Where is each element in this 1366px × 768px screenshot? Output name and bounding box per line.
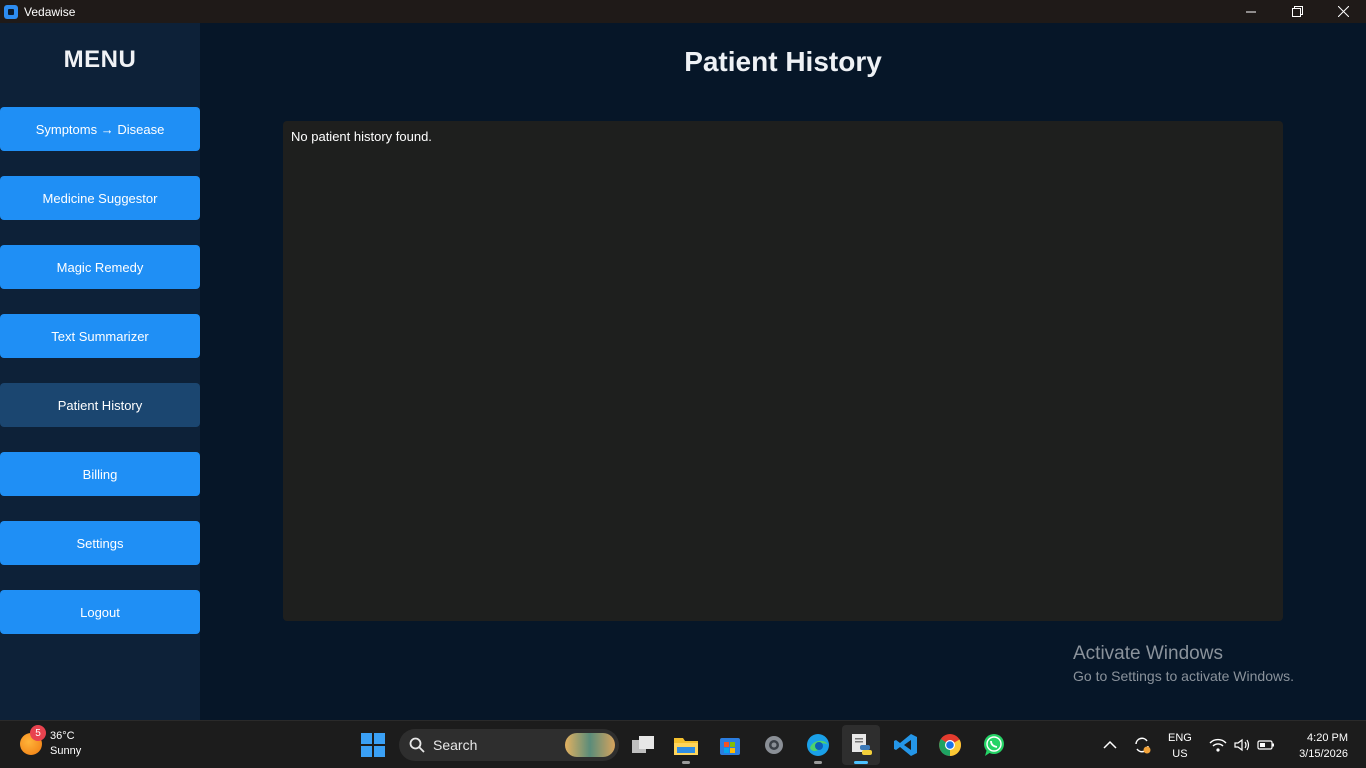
task-view-icon[interactable] [630, 732, 656, 758]
app-icon [4, 4, 18, 19]
restore-icon [1291, 6, 1303, 17]
close-button[interactable] [1320, 0, 1366, 23]
sidebar-item-patient-history[interactable]: Patient History [0, 383, 200, 427]
weather-widget[interactable]: 5 36°C Sunny [20, 725, 82, 759]
minimize-icon [1246, 11, 1256, 12]
language-line1: ENG [1168, 732, 1192, 744]
taskbar-search[interactable]: Search [399, 729, 619, 761]
active-app-indicator [854, 761, 868, 764]
sidebar-item-magic-remedy[interactable]: Magic Remedy [0, 245, 200, 289]
sidebar-item-text-summarizer[interactable]: Text Summarizer [0, 314, 200, 358]
start-button[interactable] [361, 733, 385, 757]
microsoft-store-icon[interactable] [717, 732, 743, 758]
language-indicator[interactable]: ENG US [1168, 730, 1192, 762]
explorer-running-indicator [682, 761, 690, 764]
minimize-button[interactable] [1228, 0, 1274, 23]
python-app-icon[interactable] [848, 732, 874, 758]
sidebar-item-symptoms-disease[interactable]: Symptoms → Disease [0, 107, 200, 151]
restore-button[interactable] [1274, 0, 1320, 23]
window-title: Vedawise [24, 4, 76, 19]
window-controls [1228, 0, 1366, 23]
activate-windows-watermark: Activate Windows Go to Settings to activ… [1073, 643, 1294, 684]
menu-title: MENU [63, 46, 137, 73]
sidebar-item-billing[interactable]: Billing [0, 452, 200, 496]
clock-time: 4:20 PM [1307, 732, 1348, 744]
weather-badge: 5 [30, 725, 46, 741]
sun-icon: 5 [20, 725, 46, 755]
edge-running-indicator [814, 761, 822, 764]
page-title: Patient History [684, 46, 882, 77]
volume-icon[interactable] [1231, 732, 1253, 758]
watermark-line2: Go to Settings to activate Windows. [1073, 668, 1294, 684]
search-label: Search [433, 737, 478, 753]
clock[interactable]: 4:20 PM 3/15/2026 [1284, 730, 1348, 762]
weather-temp: 36°C [50, 730, 75, 742]
close-icon [1337, 6, 1349, 17]
language-line2: US [1172, 748, 1188, 760]
settings-gear-icon[interactable] [761, 732, 787, 758]
sidebar-item-medicine-suggestor[interactable]: Medicine Suggestor [0, 176, 200, 220]
sidebar: MENU Symptoms → Disease Medicine Suggest… [0, 23, 200, 720]
vscode-icon[interactable] [893, 732, 919, 758]
weather-condition: Sunny [50, 745, 82, 757]
wifi-icon[interactable] [1207, 732, 1229, 758]
clock-date: 3/15/2026 [1299, 748, 1348, 760]
history-text: No patient history found. [291, 129, 432, 144]
title-bar: Vedawise [0, 0, 1366, 23]
chrome-icon[interactable] [937, 732, 963, 758]
watermark-line1: Activate Windows [1073, 643, 1223, 664]
patient-history-textbox[interactable]: No patient history found. [283, 121, 1283, 621]
search-highlight-image [565, 733, 615, 757]
sync-icon[interactable] [1130, 732, 1154, 758]
sidebar-item-logout[interactable]: Logout [0, 590, 200, 634]
taskbar: 5 36°C Sunny Search ENG US 4:20 PM 3/15/… [0, 720, 1366, 768]
search-icon [409, 737, 425, 753]
edge-browser-icon[interactable] [805, 732, 831, 758]
file-explorer-icon[interactable] [673, 732, 699, 758]
chevron-up-icon[interactable] [1098, 732, 1122, 758]
sidebar-item-settings[interactable]: Settings [0, 521, 200, 565]
battery-icon[interactable] [1255, 732, 1277, 758]
whatsapp-icon[interactable] [981, 732, 1007, 758]
